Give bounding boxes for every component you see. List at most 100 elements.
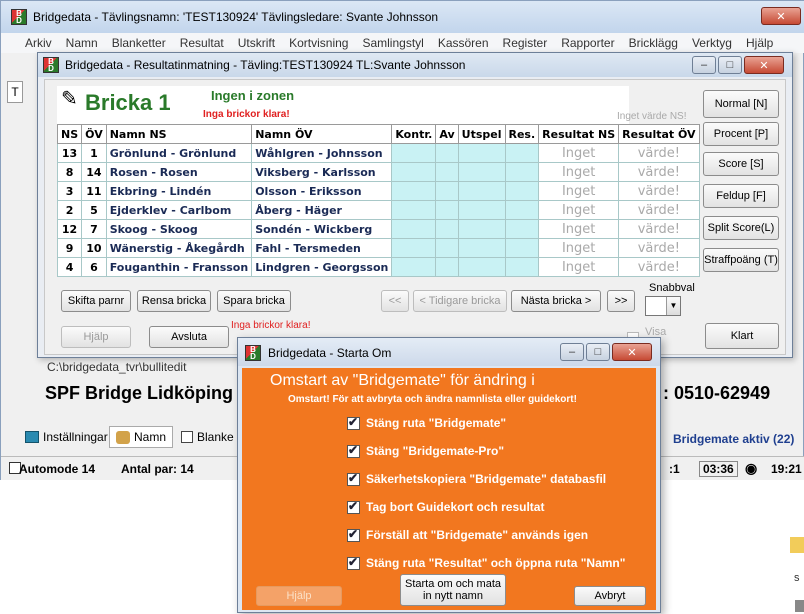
cell-av[interactable]	[435, 257, 459, 277]
cell-namn-ov[interactable]: Sondén - Wickberg	[251, 219, 393, 239]
cell-resultat-ov[interactable]: värde!	[618, 238, 700, 258]
menu-blanketter[interactable]: Blanketter	[112, 36, 166, 50]
cell-ov[interactable]: 10	[81, 238, 107, 258]
tab-installningar[interactable]: Inställningar	[25, 427, 108, 447]
option-close-bridgemate-pro[interactable]: Stäng "Bridgemate-Pro"	[347, 443, 504, 458]
first-board-button[interactable]: <<	[381, 290, 409, 312]
cell-resultat-ov[interactable]: värde!	[618, 181, 700, 201]
cell-kontr[interactable]	[391, 219, 437, 239]
cell-res[interactable]	[504, 200, 540, 220]
cell-ov[interactable]: 14	[81, 162, 107, 182]
option-remove-guidecards[interactable]: Tag bort Guidekort och resultat	[347, 499, 544, 514]
cell-resultat-ov[interactable]: värde!	[618, 219, 700, 239]
cell-kontr[interactable]	[391, 200, 437, 220]
cell-ov[interactable]: 6	[81, 257, 107, 277]
cell-av[interactable]	[435, 181, 459, 201]
exit-button[interactable]: Avsluta	[149, 326, 229, 348]
cell-res[interactable]	[504, 238, 540, 258]
cell-kontr[interactable]	[391, 238, 437, 258]
checkbox-checked-icon[interactable]	[347, 443, 360, 458]
cell-res[interactable]	[504, 162, 540, 182]
cell-res[interactable]	[504, 143, 540, 163]
cell-utspel[interactable]	[457, 219, 506, 239]
cell-resultat-ns[interactable]: Inget	[538, 162, 620, 182]
tab-blanketter[interactable]: Blanke	[181, 427, 234, 447]
feldup-button[interactable]: Feldup [F]	[703, 184, 779, 208]
cell-resultat-ns[interactable]: Inget	[538, 238, 620, 258]
table-row[interactable]: 3 11 Ekbring - Lindén Olsson - Eriksson Inge…	[56, 181, 700, 201]
cell-resultat-ns[interactable]: Inget	[538, 200, 620, 220]
menu-kassoren[interactable]: Kassören	[438, 36, 489, 50]
cell-utspel[interactable]	[457, 200, 506, 220]
cell-resultat-ns[interactable]: Inget	[538, 181, 620, 201]
cell-resultat-ov[interactable]: värde!	[618, 257, 700, 277]
cell-namn-ns[interactable]: Ejderklev - Carlbom	[105, 200, 253, 220]
cell-utspel[interactable]	[457, 162, 506, 182]
cell-av[interactable]	[435, 219, 459, 239]
cell-resultat-ov[interactable]: värde!	[618, 143, 700, 163]
cell-namn-ov[interactable]: Wåhlgren - Johnsson	[251, 143, 393, 163]
previous-board-button[interactable]: < Tidigare bricka	[413, 290, 507, 312]
next-board-button[interactable]: Nästa bricka >	[511, 290, 601, 312]
table-row[interactable]: 2 5 Ejderklev - Carlbom Åberg - Häger Inget v…	[56, 200, 700, 220]
save-board-button[interactable]: Spara bricka	[217, 290, 291, 312]
cell-ns[interactable]: 8	[56, 162, 83, 182]
cell-utspel[interactable]	[457, 257, 506, 277]
done-button[interactable]: Klart	[705, 323, 779, 349]
cell-av[interactable]	[435, 238, 459, 258]
score-button[interactable]: Score [S]	[703, 152, 779, 176]
menu-samlingstyl[interactable]: Samlingstyl	[362, 36, 423, 50]
cell-resultat-ns[interactable]: Inget	[538, 219, 620, 239]
shift-pair-button[interactable]: Skifta parnr	[61, 290, 131, 312]
menu-namn[interactable]: Namn	[66, 36, 98, 50]
cell-av[interactable]	[435, 200, 459, 220]
result-minimize-button[interactable]: –	[692, 56, 716, 74]
restart-close-button[interactable]: ✕	[612, 343, 652, 361]
cell-namn-ns[interactable]: Skoog - Skoog	[105, 219, 253, 239]
help-button[interactable]: Hjälp	[61, 326, 131, 348]
menu-register[interactable]: Register	[503, 36, 548, 50]
menu-hjalp[interactable]: Hjälp	[746, 36, 773, 50]
binoculars-icon[interactable]: ◉	[745, 460, 757, 477]
option-close-bridgemate[interactable]: Stäng ruta "Bridgemate"	[347, 415, 506, 430]
table-row[interactable]: 13 1 Grönlund - Grönlund Wåhlgren - Johnsso…	[56, 143, 700, 163]
table-row[interactable]: 4 6 Fouganthin - Fransson Lindgren - Georgs…	[56, 257, 700, 277]
cell-namn-ov[interactable]: Lindgren - Georgsson	[251, 257, 393, 277]
cell-kontr[interactable]	[391, 257, 437, 277]
menu-resultat[interactable]: Resultat	[180, 36, 224, 50]
cell-namn-ov[interactable]: Fahl - Tersmeden	[251, 238, 393, 258]
straffpoang-button[interactable]: Straffpoäng (T)	[703, 248, 779, 272]
cell-resultat-ns[interactable]: Inget	[538, 257, 620, 277]
cell-namn-ns[interactable]: Wänerstig - Åkegårdh	[105, 238, 253, 258]
restart-help-button[interactable]: Hjälp	[256, 586, 342, 606]
cell-namn-ns[interactable]: Fouganthin - Fransson	[105, 257, 253, 277]
cell-res[interactable]	[504, 257, 540, 277]
checkbox-checked-icon[interactable]	[347, 471, 360, 486]
option-backup-database[interactable]: Säkerhetskopiera "Bridgemate" databasfil	[347, 471, 606, 486]
menu-rapporter[interactable]: Rapporter	[561, 36, 614, 50]
cell-namn-ns[interactable]: Grönlund - Grönlund	[105, 143, 253, 163]
cell-utspel[interactable]	[457, 143, 506, 163]
result-maximize-button[interactable]: □	[718, 56, 742, 74]
checkbox-checked-icon[interactable]	[347, 555, 360, 570]
menu-bricklagg[interactable]: Bricklägg	[629, 36, 678, 50]
quick-select-dropdown[interactable]: ▼	[645, 296, 681, 316]
cell-utspel[interactable]	[457, 238, 506, 258]
result-close-button[interactable]: ✕	[744, 56, 784, 74]
split-score-button[interactable]: Split Score(L)	[703, 216, 779, 240]
checkbox-checked-icon[interactable]	[347, 527, 360, 542]
cell-ov[interactable]: 1	[81, 143, 107, 163]
last-board-button[interactable]: >>	[607, 290, 635, 312]
cell-res[interactable]	[504, 181, 540, 201]
cell-ns[interactable]: 4	[56, 257, 83, 277]
restart-maximize-button[interactable]: □	[586, 343, 610, 361]
cell-kontr[interactable]	[391, 162, 437, 182]
cell-ns[interactable]: 3	[56, 181, 83, 201]
normal-button[interactable]: Normal [N]	[703, 90, 779, 118]
cell-ov[interactable]: 7	[81, 219, 107, 239]
cell-res[interactable]	[504, 219, 540, 239]
cell-av[interactable]	[435, 162, 459, 182]
restart-minimize-button[interactable]: –	[560, 343, 584, 361]
procent-button[interactable]: Procent [P]	[703, 122, 779, 146]
option-close-result-open-names[interactable]: Stäng ruta "Resultat" och öppna ruta "Na…	[347, 555, 625, 570]
